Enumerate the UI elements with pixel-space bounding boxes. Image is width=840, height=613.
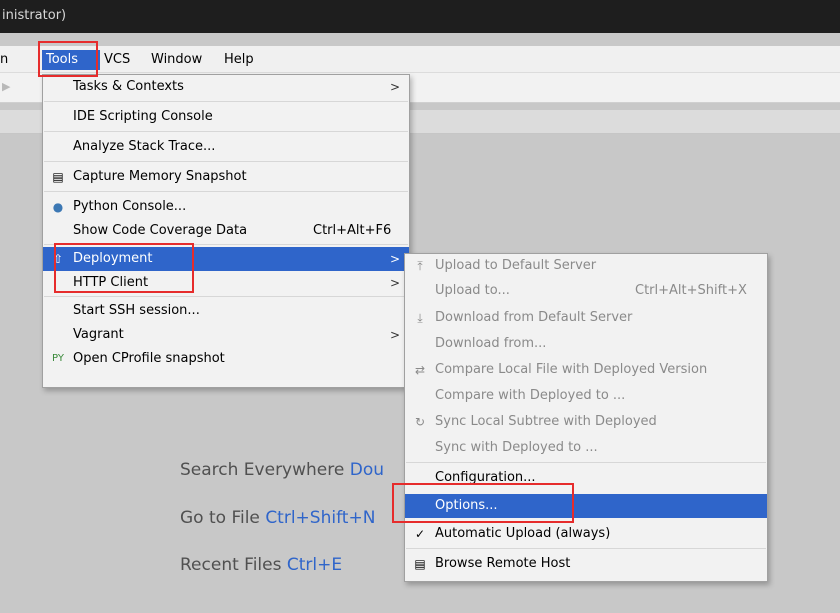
- upload-icon: ⤒: [417, 259, 423, 273]
- menu-separator: [406, 548, 766, 549]
- menu-item-window[interactable]: Window: [151, 50, 202, 70]
- run-arrow-icon[interactable]: ▶: [2, 80, 10, 93]
- go-to-file-hint: Go to File Ctrl+Shift+N: [180, 508, 376, 528]
- submenu-arrow-icon: >: [389, 328, 400, 342]
- cprofile-icon: PY: [52, 353, 64, 364]
- submenu-arrow-icon: >: [389, 276, 400, 290]
- deployment-submenu: ⤒ Upload to Default Server Upload to... …: [404, 253, 768, 582]
- menu-item-sync-local-subtree[interactable]: ↻ Sync Local Subtree with Deployed: [405, 410, 767, 434]
- window-title: inistrator): [2, 8, 67, 23]
- menu-item-sync-with-deployed[interactable]: Sync with Deployed to ...: [405, 436, 767, 460]
- menu-separator: [44, 101, 408, 102]
- search-everywhere-hint: Search Everywhere Dou: [180, 460, 385, 480]
- menu-item-show-code-coverage[interactable]: Show Code Coverage Data Ctrl+Alt+F6: [43, 219, 409, 243]
- checkmark-icon: ✓: [414, 527, 426, 541]
- menu-item-automatic-upload[interactable]: ✓ Automatic Upload (always): [405, 522, 767, 546]
- download-icon: ⤓: [417, 311, 423, 325]
- menu-separator: [44, 161, 408, 162]
- tools-menu: Tasks & Contexts > IDE Scripting Console…: [42, 74, 410, 388]
- compare-icon: ⇄: [414, 363, 426, 377]
- submenu-arrow-icon: >: [389, 252, 400, 266]
- menu-item-browse-remote-host[interactable]: ▤ Browse Remote Host: [405, 552, 767, 576]
- menu-item-download-default-server[interactable]: ⤓ Download from Default Server: [405, 306, 767, 330]
- recent-files-hint: Recent Files Ctrl+E: [180, 555, 343, 575]
- title-bar: inistrator): [0, 0, 840, 33]
- menu-item-capture-memory-snapshot[interactable]: ▤ Capture Memory Snapshot: [43, 165, 409, 189]
- menu-separator: [406, 462, 766, 463]
- menu-item-vcs[interactable]: VCS: [104, 50, 130, 70]
- submenu-arrow-icon: >: [389, 80, 400, 94]
- menu-bar: n Tools VCS Window Help: [0, 46, 840, 73]
- highlight-box-deployment: [54, 243, 194, 293]
- menu-item-help[interactable]: Help: [224, 50, 254, 70]
- menu-item-start-ssh-session[interactable]: Start SSH session...: [43, 299, 409, 323]
- menu-item-ide-scripting-console[interactable]: IDE Scripting Console: [43, 105, 409, 129]
- menu-item-analyze-stack-trace[interactable]: Analyze Stack Trace...: [43, 135, 409, 159]
- highlight-box-options: [392, 483, 574, 523]
- menu-separator: [44, 296, 408, 297]
- python-icon: ●: [52, 200, 64, 214]
- menu-item-compare-with-deployed[interactable]: Compare with Deployed to ...: [405, 384, 767, 408]
- menu-item-prev[interactable]: n: [0, 50, 8, 70]
- remote-host-icon: ▤: [414, 557, 426, 571]
- menu-item-download-from[interactable]: Download from...: [405, 332, 767, 356]
- sync-icon: ↻: [414, 415, 426, 429]
- menu-item-upload-default-server[interactable]: ⤒ Upload to Default Server: [405, 254, 767, 278]
- memory-snapshot-icon: ▤: [52, 170, 64, 184]
- menu-item-vagrant[interactable]: Vagrant >: [43, 323, 409, 347]
- menu-item-open-cprofile-snapshot[interactable]: PY Open CProfile snapshot: [43, 347, 409, 371]
- menu-item-tasks-contexts[interactable]: Tasks & Contexts >: [43, 75, 409, 99]
- menu-item-python-console[interactable]: ● Python Console...: [43, 195, 409, 219]
- menu-separator: [44, 191, 408, 192]
- menu-item-upload-to[interactable]: Upload to... Ctrl+Alt+Shift+X: [405, 279, 767, 303]
- menu-item-compare-local-file[interactable]: ⇄ Compare Local File with Deployed Versi…: [405, 358, 767, 382]
- menu-separator: [44, 131, 408, 132]
- highlight-box-tools: [38, 41, 98, 77]
